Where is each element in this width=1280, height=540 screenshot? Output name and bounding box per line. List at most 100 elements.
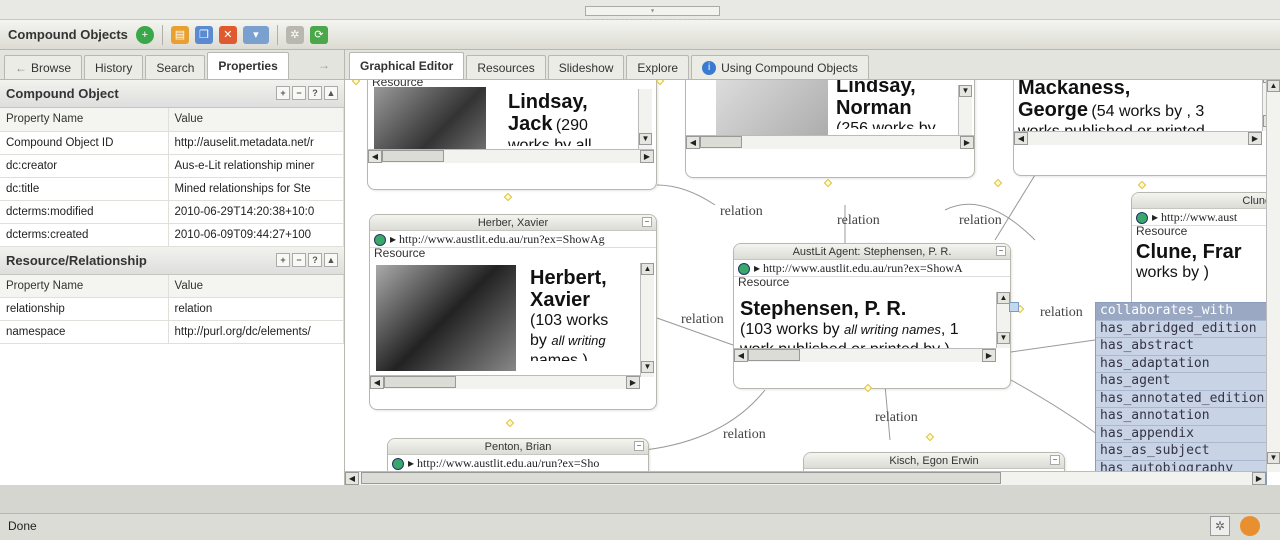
- vertical-scrollbar[interactable]: ▲▼: [996, 292, 1010, 348]
- portrait-image: [376, 265, 516, 371]
- node-lindsay-jack[interactable]: Resource Lindsay, Jack (290 works by all…: [367, 80, 657, 190]
- collapse-button[interactable]: ▲: [324, 86, 338, 100]
- relation-label[interactable]: relation: [959, 213, 1002, 229]
- horizontal-scrollbar[interactable]: ◀ ▶: [370, 375, 640, 389]
- node-lindsay-norman[interactable]: Lindsay, Norman (256 works by ▼ ◀ ▶: [685, 80, 975, 178]
- table-row[interactable]: dcterms:created 2010-06-09T09:44:27+100: [0, 223, 344, 247]
- property-value[interactable]: Mined relationships for Ste: [168, 177, 344, 201]
- node-url[interactable]: ▸ http://www.austlit.edu.au/run?ex=ShowA…: [370, 231, 656, 248]
- dropdown-option[interactable]: has_annotated_edition: [1096, 391, 1266, 408]
- dropdown-option[interactable]: has_abstract: [1096, 338, 1266, 356]
- property-value[interactable]: Aus-e-Lit relationship miner: [168, 154, 344, 178]
- table-row[interactable]: namespace http://purl.org/dc/elements/: [0, 320, 344, 344]
- compound-object-section[interactable]: Compound Object + − ? ▲: [0, 80, 344, 108]
- node-url[interactable]: ▸ http://www.austlit.edu.au/run?ex=Sho: [388, 455, 648, 472]
- globe-icon[interactable]: [392, 458, 404, 471]
- tab-search[interactable]: Search: [145, 55, 206, 79]
- globe-icon[interactable]: [374, 234, 386, 247]
- resource-relationship-section[interactable]: Resource/Relationship + − ? ▲: [0, 246, 344, 275]
- export-menu-icon[interactable]: ▾: [242, 25, 269, 44]
- splitter-grip[interactable]: ▾ ............................ ▾: [585, 6, 721, 31]
- dropdown-option[interactable]: has_abridged_edition: [1096, 321, 1266, 338]
- tab-explore-label: Explore: [637, 60, 679, 75]
- relation-label[interactable]: relation: [1040, 305, 1083, 321]
- dropdown-option[interactable]: collaborates_with: [1096, 303, 1266, 321]
- vertical-scrollbar[interactable]: ▼: [958, 85, 972, 135]
- dropdown-option[interactable]: has_appendix: [1096, 426, 1266, 443]
- tab-explore[interactable]: Explore: [626, 55, 690, 79]
- property-value[interactable]: http://auselit.metadata.net/r: [168, 131, 344, 155]
- property-value[interactable]: http://purl.org/dc/elements/: [168, 320, 344, 344]
- table-row[interactable]: dc:title Mined relationships for Ste: [0, 177, 344, 201]
- vertical-scrollbar[interactable]: ▲▼: [640, 263, 654, 377]
- horizontal-scrollbar[interactable]: ◀ ▶: [368, 149, 654, 163]
- remove-property-button[interactable]: −: [292, 252, 306, 267]
- horizontal-scrollbar[interactable]: ◀ ▶: [1014, 131, 1262, 145]
- globe-icon[interactable]: [1136, 212, 1148, 225]
- graph-canvas[interactable]: Resource Lindsay, Jack (290 works by all…: [345, 80, 1280, 485]
- node-herbert-xavier[interactable]: Herber, Xavier − ▸ http://www.austlit.edu…: [369, 214, 657, 410]
- copy-document-icon[interactable]: ❐: [194, 25, 213, 44]
- tab-browse[interactable]: ← Browse: [4, 55, 83, 79]
- node-header[interactable]: Herber, Xavier −: [370, 215, 656, 231]
- canvas-horizontal-scrollbar[interactable]: ◀ ▶: [345, 471, 1266, 485]
- help-button[interactable]: ?: [308, 86, 322, 100]
- collapse-button[interactable]: ▲: [324, 252, 338, 267]
- property-value[interactable]: relation: [168, 297, 344, 321]
- dropdown-option[interactable]: has_adaptation: [1096, 356, 1266, 373]
- dropdown-option[interactable]: has_annotation: [1096, 408, 1266, 426]
- tab-resources[interactable]: Resources: [466, 55, 546, 79]
- help-button[interactable]: ?: [308, 252, 322, 267]
- addon-icon[interactable]: ✲: [1210, 516, 1230, 536]
- add-icon[interactable]: +: [135, 25, 154, 44]
- table-row[interactable]: dcterms:modified 2010-06-29T14:20:38+10:0: [0, 200, 344, 224]
- table-row[interactable]: relationship relation: [0, 297, 344, 321]
- node-url[interactable]: ▸ http://www.aust: [1132, 209, 1280, 226]
- dropdown-option[interactable]: has_agent: [1096, 373, 1266, 391]
- delete-document-icon[interactable]: ✕: [218, 25, 237, 44]
- selection-handle[interactable]: [1009, 302, 1019, 312]
- node-clune[interactable]: Clune, F ▸ http://www.aust Resource Clun…: [1131, 192, 1280, 312]
- node-stephensen[interactable]: AustLit Agent: Stephensen, P. R. − ▸ http…: [733, 243, 1011, 389]
- tab-using-compound-objects[interactable]: i Using Compound Objects: [691, 55, 869, 79]
- gear-icon[interactable]: ✲: [285, 25, 304, 44]
- tab-graphical-editor[interactable]: Graphical Editor: [349, 52, 465, 79]
- property-value[interactable]: 2010-06-09T09:44:27+100: [168, 223, 344, 247]
- node-header[interactable]: AustLit Agent: Stephensen, P. R. −: [734, 244, 1010, 260]
- node-mackaness[interactable]: Mackaness, George (54 works by , 3 works…: [1013, 80, 1280, 176]
- globe-icon[interactable]: [738, 263, 750, 276]
- minimize-button[interactable]: −: [642, 217, 652, 227]
- node-url[interactable]: ▸ http://www.austlit.edu.au/run?ex=ShowA: [734, 260, 1010, 277]
- node-header[interactable]: Clune, F: [1132, 193, 1280, 209]
- relation-label[interactable]: relation: [875, 410, 918, 426]
- tab-properties[interactable]: Properties: [207, 52, 289, 79]
- relation-label[interactable]: relation: [681, 312, 724, 328]
- vertical-scrollbar[interactable]: ▼: [638, 89, 652, 149]
- status-indicator-icon[interactable]: [1240, 516, 1260, 536]
- horizontal-scrollbar[interactable]: ◀ ▶: [686, 135, 974, 149]
- refresh-icon[interactable]: ⟳: [309, 25, 328, 44]
- dropdown-option[interactable]: has_as_subject: [1096, 443, 1266, 461]
- remove-property-button[interactable]: −: [292, 86, 306, 100]
- minimize-button[interactable]: −: [634, 441, 644, 451]
- new-document-icon[interactable]: ▤: [170, 25, 189, 44]
- canvas-vertical-scrollbar[interactable]: ▲ ▼: [1266, 80, 1280, 472]
- node-header[interactable]: Penton, Brian −: [388, 439, 648, 455]
- relation-label[interactable]: relation: [723, 427, 766, 443]
- tab-slideshow[interactable]: Slideshow: [547, 55, 625, 79]
- relationship-dropdown[interactable]: collaborates_with has_abridged_edition h…: [1095, 302, 1267, 485]
- property-value[interactable]: 2010-06-29T14:20:38+10:0: [168, 200, 344, 224]
- node-name-2: Norman: [836, 97, 912, 119]
- add-property-button[interactable]: +: [276, 86, 290, 100]
- tab-history[interactable]: History: [84, 55, 144, 79]
- table-row[interactable]: Compound Object ID http://auselit.metadat…: [0, 131, 344, 155]
- horizontal-scrollbar[interactable]: ◀ ▶: [734, 348, 996, 362]
- table-row[interactable]: dc:creator Aus-e-Lit relationship miner: [0, 154, 344, 178]
- relation-label[interactable]: relation: [837, 213, 880, 229]
- forward-arrow-icon[interactable]: →: [318, 58, 330, 72]
- add-property-button[interactable]: +: [276, 252, 290, 267]
- minimize-button[interactable]: −: [996, 246, 1006, 256]
- relation-label[interactable]: relation: [720, 204, 763, 220]
- minimize-button[interactable]: −: [1050, 455, 1060, 465]
- node-header[interactable]: Kisch, Egon Erwin −: [804, 453, 1064, 469]
